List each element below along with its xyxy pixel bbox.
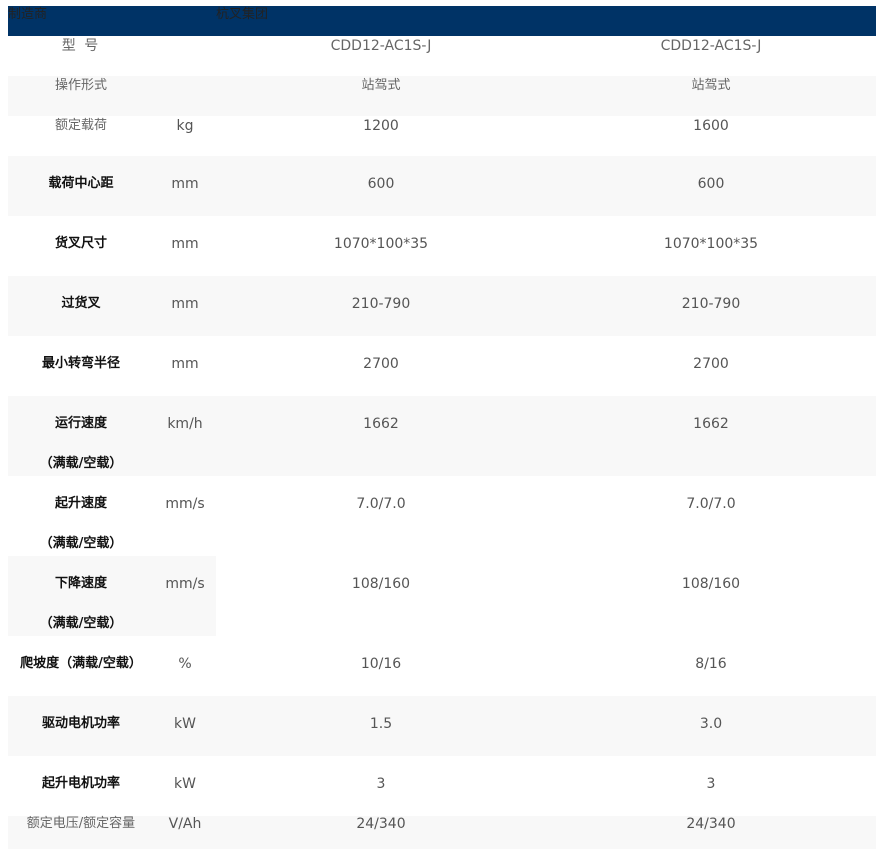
row-label: 额定载荷	[54, 118, 107, 133]
row-value-1: 3	[376, 776, 386, 792]
table-row: 载荷中心距 mm 600 600	[8, 156, 876, 216]
row-label-note: （满载/空载）	[39, 456, 123, 471]
row-unit: kW	[174, 776, 196, 792]
model-label: 型 号	[61, 38, 101, 54]
row-unit: mm/s	[165, 496, 205, 512]
row-label: 最小转弯半径	[41, 356, 120, 371]
row-value-1: 24/340	[356, 816, 406, 832]
row-value-1: 600	[367, 176, 395, 192]
table-row-model: 型 号 CDD12-AC1S-J CDD12-AC1S-J	[8, 36, 876, 76]
row-unit: %	[178, 656, 192, 672]
row-value-2: 1600	[693, 118, 729, 134]
row-value-1: 1200	[363, 118, 399, 134]
row-label: 过货叉	[61, 296, 101, 311]
row-value-2: 24/340	[686, 816, 736, 832]
row-value-1: 10/16	[360, 656, 402, 672]
row-label: 起升电机功率	[41, 776, 120, 791]
row-label: 额定电压/额定容量	[26, 816, 136, 831]
model-value-1: CDD12-AC1S-J	[330, 38, 432, 54]
row-label: 起升速度	[54, 496, 107, 511]
row-value-2: 3	[706, 776, 716, 792]
table-row: 起升速度 （满载/空载） mm/s 7.0/7.0 7.0/7.0	[8, 476, 876, 556]
row-unit: V/Ah	[168, 816, 202, 832]
row-unit: km/h	[167, 416, 203, 432]
row-label: 爬坡度（满载/空载）	[20, 656, 142, 671]
row-unit: mm/s	[165, 576, 205, 592]
row-value-1: 1662	[363, 416, 399, 432]
row-label-note: （满载/空载）	[39, 536, 123, 551]
row-unit: mm	[171, 236, 199, 252]
table-row: 下降速度 （满载/空载） mm/s 108/160 108/160	[8, 556, 876, 636]
row-value-1: 7.0/7.0	[356, 496, 406, 512]
row-value-2: 210-790	[681, 296, 741, 312]
row-unit: kg	[176, 118, 194, 134]
row-label-note: （满载/空载）	[39, 616, 123, 631]
table-row: 操作形式 站驾式 站驾式	[8, 76, 876, 116]
row-value-1: 2700	[363, 356, 399, 372]
row-unit: mm	[171, 176, 199, 192]
row-unit: mm	[171, 356, 199, 372]
row-value-2: 站驾式	[691, 78, 731, 93]
row-label: 操作形式	[54, 78, 107, 93]
row-value-2: 1662	[693, 416, 729, 432]
row-value-1: 210-790	[351, 296, 411, 312]
row-value-2: 7.0/7.0	[686, 496, 736, 512]
row-value-1: 1070*100*35	[333, 236, 429, 252]
table-row: 货叉尺寸 mm 1070*100*35 1070*100*35	[8, 216, 876, 276]
table-row: 额定电压/额定容量 V/Ah 24/340 24/340	[8, 816, 876, 849]
table-row: 最小转弯半径 mm 2700 2700	[8, 336, 876, 396]
row-unit: kW	[174, 716, 196, 732]
table-row: 驱动电机功率 kW 1.5 3.0	[8, 696, 876, 756]
row-label: 运行速度	[54, 416, 107, 431]
row-label: 驱动电机功率	[41, 716, 120, 731]
table-header-bar	[8, 6, 876, 36]
table-row: 运行速度 （满载/空载） km/h 1662 1662	[8, 396, 876, 476]
row-value-2: 2700	[693, 356, 729, 372]
row-value-1: 站驾式	[361, 78, 401, 93]
header-manufacturer-value: 杭叉集团	[216, 7, 269, 22]
row-value-2: 600	[697, 176, 725, 192]
row-value-2: 1070*100*35	[663, 236, 759, 252]
row-value-1: 1.5	[369, 716, 393, 732]
row-value-2: 8/16	[695, 656, 727, 672]
model-value-2: CDD12-AC1S-J	[660, 38, 762, 54]
row-value-2: 108/160	[681, 576, 741, 592]
table-row: 起升电机功率 kW 3 3	[8, 756, 876, 816]
row-label: 下降速度	[54, 576, 107, 591]
row-value-1: 108/160	[351, 576, 411, 592]
header-manufacturer-label: 制造商	[8, 7, 48, 22]
row-label: 载荷中心距	[48, 176, 114, 191]
table-row: 过货叉 mm 210-790 210-790	[8, 276, 876, 336]
row-value-2: 3.0	[699, 716, 723, 732]
table-row: 额定载荷 kg 1200 1600	[8, 116, 876, 156]
table-row: 爬坡度（满载/空载） % 10/16 8/16	[8, 636, 876, 696]
row-label: 货叉尺寸	[54, 236, 107, 251]
row-unit: mm	[171, 296, 199, 312]
